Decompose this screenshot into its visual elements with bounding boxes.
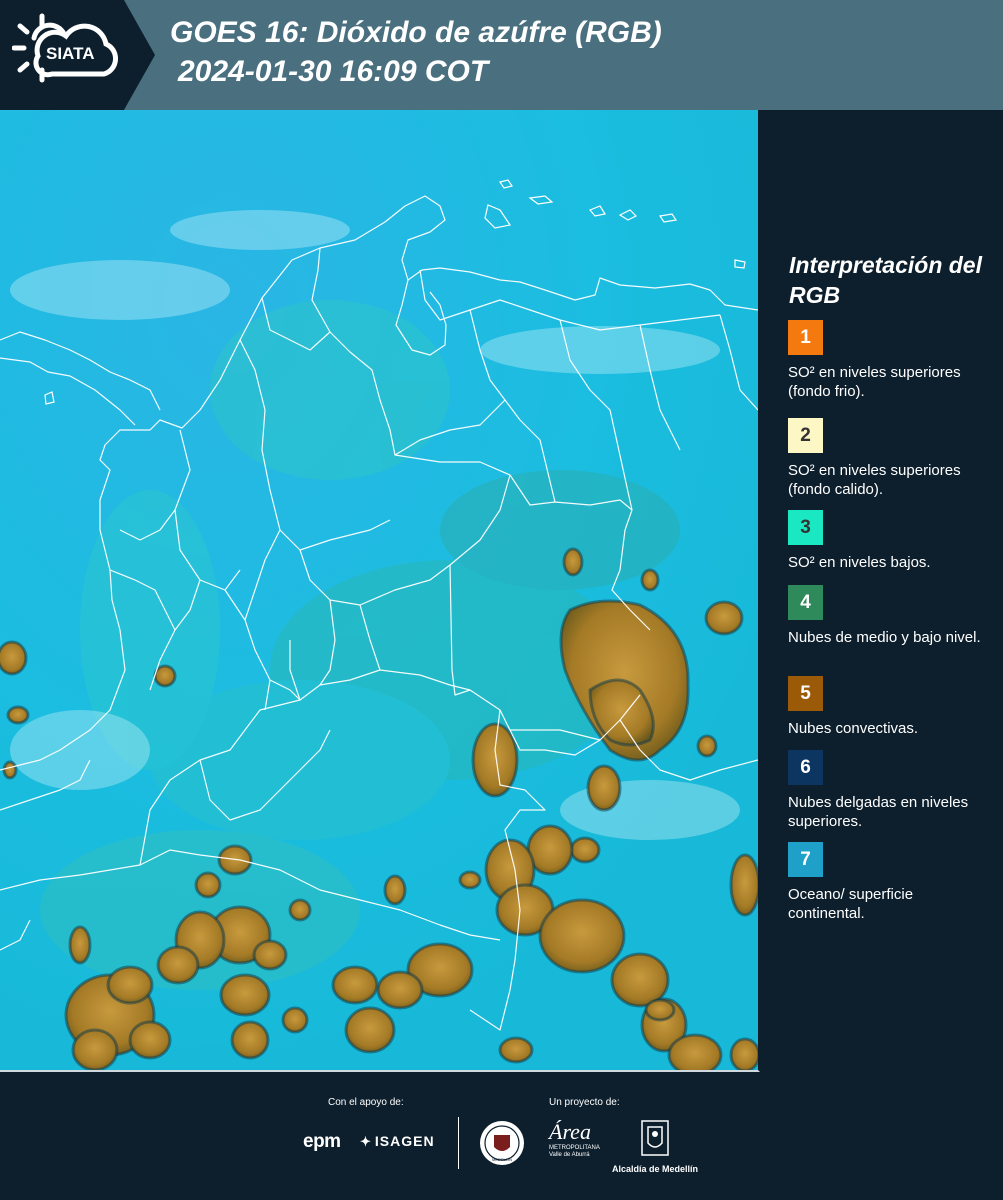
legend-item-2: 2 SO² en niveles superiores (fondo calid… xyxy=(788,418,988,499)
legend-item-5: 5 Nubes convectivas. xyxy=(788,676,988,738)
title-timestamp: 2024-01-30 16:09 COT xyxy=(178,55,489,88)
legend-item-7: 7 Oceano/ superficie continental. xyxy=(788,842,988,923)
area-logo-title: Área xyxy=(549,1119,591,1144)
isagen-mark-icon: ✦ xyxy=(360,1134,372,1149)
alcaldia-logo[interactable]: Alcaldía de Medellín xyxy=(612,1119,698,1174)
legend-text-3: SO² en niveles bajos. xyxy=(788,554,931,571)
coat-of-arms-icon xyxy=(641,1120,669,1156)
legend-text-1: SO² en niveles superiores (fondo frio). xyxy=(788,364,961,400)
legend-title: Interpretación del RGB xyxy=(789,252,982,308)
legend-panel: Interpretación del RGB 1 SO² en niveles … xyxy=(760,110,1003,1070)
legend-text-5: Nubes convectivas. xyxy=(788,720,919,737)
legend-swatch-1: 1 xyxy=(788,320,823,355)
legend-item-4: 4 Nubes de medio y bajo nivel. xyxy=(788,585,988,647)
legend-swatch-4: 4 xyxy=(788,585,823,620)
footer: Con el apoyo de: Un proyecto de: epm ✦ IS… xyxy=(0,1072,1003,1200)
legend-swatch-3: 3 xyxy=(788,510,823,545)
support-label: Con el apoyo de: xyxy=(328,1097,404,1108)
siata-logo[interactable]: SIATA xyxy=(0,0,155,110)
epm-logo[interactable]: epm xyxy=(303,1131,341,1153)
area-logo-sub1: METROPOLITANA xyxy=(549,1145,600,1151)
legend-text-6: Nubes delgadas en niveles superiores. xyxy=(788,794,969,830)
legend-item-1: 1 SO² en niveles superiores (fondo frio)… xyxy=(788,320,988,401)
area-metropolitana-logo[interactable]: Área METROPOLITANA Valle de Aburrá xyxy=(549,1119,600,1159)
legend-text-4: Nubes de medio y bajo nivel. xyxy=(788,629,981,646)
isagen-logo[interactable]: ✦ ISAGEN xyxy=(360,1133,435,1150)
legend-swatch-6: 6 xyxy=(788,750,823,785)
seal-text: MEDELLÍN xyxy=(492,1157,512,1162)
logo-text: SIATA xyxy=(46,44,95,63)
isagen-logo-text: ISAGEN xyxy=(374,1133,435,1149)
legend-item-6: 6 Nubes delgadas en niveles superiores. xyxy=(788,750,988,831)
map-canvas[interactable] xyxy=(0,110,758,1070)
legend-swatch-7: 7 xyxy=(788,842,823,877)
title-product: GOES 16: Dióxido de azúfre (RGB) xyxy=(170,16,662,49)
medellin-seal-icon[interactable]: MEDELLÍN xyxy=(478,1119,526,1167)
legend-item-3: 3 SO² en niveles bajos. xyxy=(788,510,988,572)
project-label: Un proyecto de: xyxy=(549,1097,620,1108)
legend-swatch-5: 5 xyxy=(788,676,823,711)
area-logo-sub2: Valle de Aburrá xyxy=(549,1152,590,1158)
footer-divider xyxy=(458,1117,459,1169)
satellite-map[interactable] xyxy=(0,110,760,1072)
legend-text-2: SO² en niveles superiores (fondo calido)… xyxy=(788,462,961,498)
legend-swatch-2: 2 xyxy=(788,418,823,453)
alcaldia-label: Alcaldía de Medellín xyxy=(612,1164,699,1174)
legend-text-7: Oceano/ superficie continental. xyxy=(788,886,914,922)
header-bar: SIATA GOES 16: Dióxido de azúfre (RGB) 2… xyxy=(0,0,1003,110)
